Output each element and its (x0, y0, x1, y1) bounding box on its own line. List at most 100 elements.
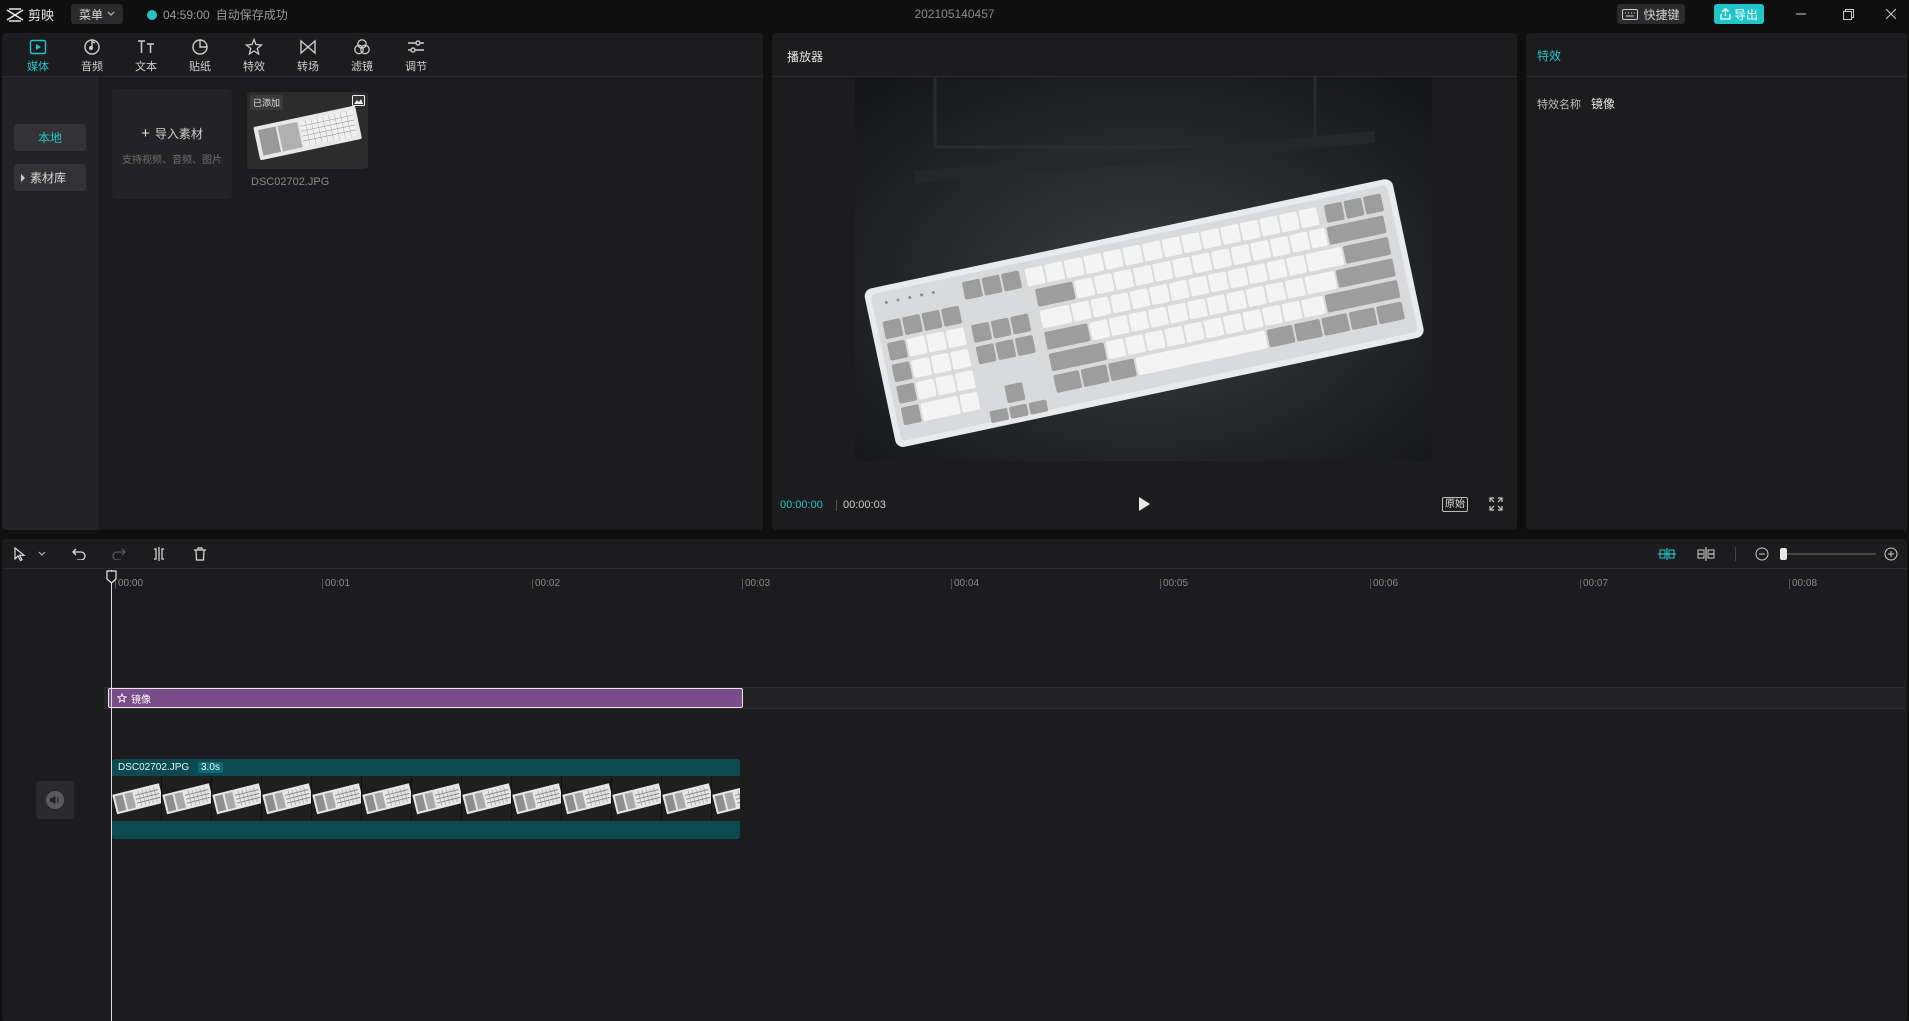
timeline-toolbar (2, 539, 1907, 569)
inspector-panel: 特效 特效名称 镜像 (1526, 33, 1907, 530)
audio-icon (84, 39, 100, 55)
tab-label: 滤镜 (351, 61, 373, 73)
autosave-text: 自动保存成功 (215, 8, 288, 22)
undo-button[interactable] (70, 545, 88, 563)
minimize-button[interactable] (1791, 5, 1811, 23)
redo-button[interactable] (110, 545, 128, 563)
tab-sticker[interactable]: 贴纸 (180, 36, 220, 76)
toolbar-divider (1735, 547, 1736, 561)
aspect-ratio-button[interactable]: 原始 (1442, 497, 1468, 512)
zoom-slider-handle[interactable] (1780, 548, 1787, 560)
effect-name-label: 特效名称 (1537, 99, 1581, 111)
tab-label: 转场 (297, 61, 319, 73)
adjust-icon (408, 40, 424, 53)
zoom-in-button[interactable] (1882, 545, 1900, 563)
effects-icon (117, 693, 127, 703)
inspector-tab-effects[interactable]: 特效 (1537, 47, 1561, 64)
tab-audio[interactable]: 音频 (72, 36, 112, 76)
import-label: 导入素材 (154, 127, 203, 141)
ruler-tick: 00:02 (532, 579, 560, 589)
text-icon (138, 40, 154, 53)
tab-label: 贴纸 (189, 61, 211, 73)
tab-filter[interactable]: 滤镜 (342, 36, 382, 76)
sidebar-item-library[interactable]: 素材库 (14, 164, 86, 191)
ruler-tick: 00:08 (1789, 579, 1817, 589)
track-mute-button[interactable] (36, 781, 74, 819)
import-label-row: + 导入素材 (112, 125, 232, 142)
tab-adjust[interactable]: 调节 (396, 36, 436, 76)
player-header (772, 33, 1517, 77)
select-tool-dropdown[interactable] (33, 545, 51, 563)
delete-button[interactable] (191, 545, 209, 563)
zoom-in-icon (1884, 547, 1898, 561)
player-title: 播放器 (787, 50, 824, 64)
media-tab-bar: 媒体 音频 文本 贴纸 特效 转场 滤镜 调节 (2, 33, 763, 77)
zoom-out-icon (1755, 547, 1769, 561)
split-button[interactable] (150, 545, 168, 563)
media-icon (29, 39, 47, 55)
player-panel: 播放器 00:00:00 00:00:03 原始 (772, 33, 1517, 530)
effect-clip-label: 镜像 (131, 694, 151, 706)
sidebar-item-label: 素材库 (30, 171, 67, 185)
video-clip[interactable]: DSC02702.JPG 3.0s (112, 759, 740, 839)
plus-icon: + (141, 125, 150, 142)
ruler-tick: 00:00 (115, 579, 143, 589)
tab-label: 文本 (135, 61, 157, 73)
effect-clip[interactable]: 镜像 (108, 688, 743, 708)
playhead-handle[interactable] (106, 570, 117, 584)
tab-media[interactable]: 媒体 (18, 36, 58, 76)
app-name: 剪映 (28, 8, 55, 23)
ruler-tick: 00:07 (1580, 579, 1608, 589)
minimize-icon (1796, 13, 1806, 15)
select-tool-button[interactable] (11, 545, 29, 563)
ruler-tick: 00:04 (951, 579, 979, 589)
tab-label: 音频 (81, 61, 103, 73)
tab-label: 调节 (405, 61, 427, 73)
timeline-ruler[interactable]: 00:00 00:01 00:02 00:03 00:04 00:05 00:0… (2, 569, 1907, 591)
restore-button[interactable] (1838, 5, 1858, 23)
zoom-slider[interactable] (1780, 548, 1876, 560)
media-thumbnail[interactable]: 已添加 (247, 92, 368, 169)
current-time: 00:00:00 (780, 499, 823, 511)
filter-icon (354, 39, 370, 55)
close-icon (1886, 9, 1896, 19)
tab-effects[interactable]: 特效 (234, 36, 274, 76)
chevron-down-icon (107, 11, 115, 16)
media-item-name: DSC02702.JPG (251, 176, 330, 188)
sidebar-item-label: 本地 (37, 131, 62, 145)
time-separator (836, 500, 837, 511)
main-track-magnet-button[interactable] (1658, 545, 1676, 563)
zoom-out-button[interactable] (1753, 545, 1771, 563)
fullscreen-icon[interactable] (1489, 497, 1503, 511)
ruler-tick: 00:05 (1160, 579, 1188, 589)
shortcut-button[interactable]: 快捷键 (1617, 4, 1685, 24)
ruler-tick: 00:01 (322, 579, 350, 589)
export-button[interactable]: 导出 (1714, 4, 1764, 24)
autosave-time: 04:59:00 (163, 7, 210, 22)
capcut-logo-icon (6, 7, 24, 22)
title-bar: 剪映 菜单 04:59:00 自动保存成功 202105140457 快捷键 导… (0, 0, 1909, 28)
play-icon[interactable] (1137, 496, 1151, 512)
playhead-line[interactable] (111, 570, 112, 1021)
autosave-check-icon (147, 9, 157, 20)
clip-filmstrip (112, 776, 740, 821)
link-button[interactable] (1697, 545, 1715, 563)
player-viewer[interactable] (855, 77, 1432, 461)
tab-text[interactable]: 文本 (126, 36, 166, 76)
tab-transition[interactable]: 转场 (288, 36, 328, 76)
close-button[interactable] (1881, 5, 1901, 23)
shortcut-label: 快捷键 (1643, 7, 1680, 22)
export-label: 导出 (1733, 7, 1758, 22)
keyboard-icon (1622, 8, 1639, 20)
autosave-status: 04:59:00 自动保存成功 (147, 6, 288, 23)
sidebar-item-local[interactable]: 本地 (14, 124, 86, 151)
trash-icon (194, 547, 206, 561)
import-media-card[interactable]: + 导入素材 支持视频、音频、图片 (112, 89, 232, 199)
keyboard-preview-image (855, 77, 1432, 461)
ruler-tick: 00:03 (742, 579, 770, 589)
app-logo: 剪映 (6, 5, 54, 24)
import-hint: 支持视频、音频、图片 (122, 155, 222, 166)
video-clip-name: DSC02702.JPG (118, 762, 190, 773)
menu-button[interactable]: 菜单 (71, 4, 123, 24)
total-time: 00:00:03 (843, 499, 886, 511)
